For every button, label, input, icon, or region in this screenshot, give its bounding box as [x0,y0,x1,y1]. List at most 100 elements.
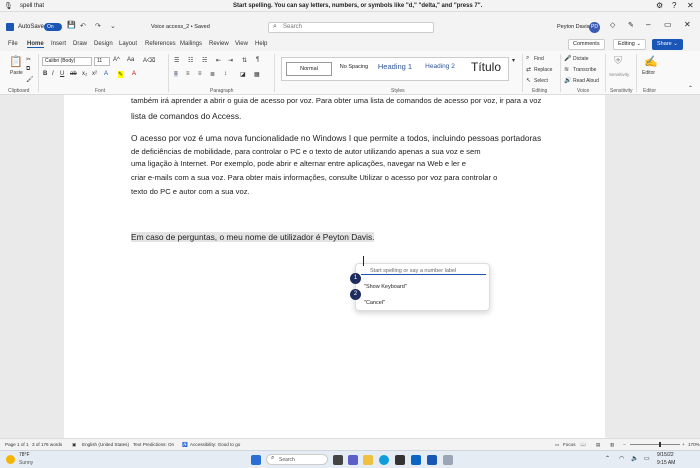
transcribe-label[interactable]: Transcribe [573,67,596,73]
find-icon[interactable]: ⌕ [526,55,529,62]
underline-icon[interactable]: U [60,71,64,77]
style-heading1[interactable]: Heading 1 [374,62,416,71]
focus-label[interactable]: Focus [563,442,576,447]
align-center-icon[interactable]: ≡ [186,71,190,77]
paragraph-2-line3[interactable]: uma ligação à Internet. Por exemplo, pod… [131,158,571,171]
editor-icon[interactable]: ✍ [644,55,658,68]
word-count[interactable]: 3 of 176 words [32,442,62,447]
share-button[interactable]: Share ⌄ [652,39,683,50]
font-name-box[interactable]: Calibri (Body) [42,57,92,66]
paragraph-1[interactable]: também irá aprender a abrir o guia de ac… [131,95,571,108]
paragraph-3[interactable]: Em caso de perguntas, o meu nome de util… [131,231,391,244]
language[interactable]: English (United States) [82,442,129,447]
read-aloud-label[interactable]: Read Aloud [573,78,599,84]
tab-file[interactable]: File [8,41,18,47]
find-label[interactable]: Find [534,56,544,62]
increase-indent-icon[interactable]: ⇥ [228,57,233,64]
font-size-box[interactable]: 11 [94,57,110,66]
document-name[interactable]: Voice access_2 • Saved [151,24,210,30]
temperature[interactable]: 78°F [19,452,30,458]
chevron-up-icon[interactable]: ⌃ [605,455,610,462]
pen-icon[interactable]: ✎ [628,21,634,29]
zoom-out-icon[interactable]: − [623,442,626,447]
focus-icon[interactable]: ▭ [555,442,559,448]
battery-icon[interactable]: ▭ [644,455,650,462]
tab-draw[interactable]: Draw [73,41,87,47]
style-normal[interactable]: Normal [286,62,332,76]
paste-icon[interactable]: 📋 [9,55,23,68]
clock-time[interactable]: 9:15 AM [657,460,675,466]
shading-icon[interactable]: ◪ [240,71,246,78]
transcribe-icon[interactable]: ≋ [564,66,569,73]
maximize-icon[interactable]: ▭ [664,20,672,29]
paragraph-2-line5[interactable]: texto do PC e autor com a sua voz. [131,186,571,199]
editing-mode-button[interactable]: Editing ⌄ [613,39,646,50]
replace-label[interactable]: Replace [534,67,552,73]
taskbar-search[interactable]: ⌕ Search [266,454,328,465]
read-mode-icon[interactable]: 📖 [580,442,586,448]
web-layout-icon[interactable]: ▥ [610,442,614,448]
text-predictions[interactable]: Text Predictions: On [133,442,174,447]
paragraph-2-line1[interactable]: O acesso por voz é uma nova funcionalida… [131,132,571,145]
print-layout-icon[interactable]: ▤ [596,442,600,448]
clear-format-icon[interactable]: A⌫ [143,57,156,64]
paste-label[interactable]: Paste [10,70,23,76]
zoom-in-icon[interactable]: + [682,442,685,447]
show-marks-icon[interactable]: ¶ [256,57,259,63]
outlook-icon[interactable] [411,455,421,465]
strikethrough-icon[interactable]: ab [70,71,77,77]
file-explorer-icon[interactable] [363,455,373,465]
edge-icon[interactable] [379,455,389,465]
option-cancel[interactable]: "Cancel" [364,300,385,306]
bullets-icon[interactable]: ☰ [174,57,179,64]
select-label[interactable]: Select [534,78,548,84]
accessibility-status[interactable]: Accessibility: Good to go [190,442,240,447]
zoom-thumb[interactable] [659,442,661,447]
tab-design[interactable]: Design [94,41,113,47]
text-effects-icon[interactable]: A [104,71,108,77]
line-spacing-icon[interactable]: ↕ [224,71,227,77]
task-view-icon[interactable] [333,455,343,465]
multilevel-icon[interactable]: ☵ [202,57,207,64]
cut-icon[interactable]: ✂ [26,56,31,63]
format-painter-icon[interactable]: 🖌 [26,76,34,83]
tab-insert[interactable]: Insert [51,41,66,47]
paragraph-2-line2[interactable]: de deficiências de mobilidade, para cont… [131,146,571,159]
customize-qat-icon[interactable]: ⌄ [110,22,116,30]
dictate-icon[interactable]: 🎤 [564,55,571,62]
comments-button[interactable]: Comments [568,39,605,50]
sun-icon[interactable] [6,455,15,464]
zoom-slider[interactable] [630,444,680,445]
start-icon[interactable] [251,455,261,465]
help-icon[interactable]: ? [672,1,676,10]
number-badge[interactable]: 1 [350,273,361,284]
read-aloud-icon[interactable]: 🔊 [564,77,571,84]
chat-icon[interactable] [348,455,358,465]
collapse-ribbon-icon[interactable]: ⌃ [688,85,693,92]
align-left-icon[interactable]: ≡ [174,71,178,77]
tab-references[interactable]: References [145,41,176,47]
style-heading2[interactable]: Heading 2 [418,63,462,70]
selected-text[interactable]: Em caso de perguntas, o meu nome de util… [131,232,375,242]
accessibility-icon[interactable]: ♿ [182,442,188,448]
wifi-icon[interactable]: ◠ [619,455,624,462]
tab-help[interactable]: Help [255,41,267,47]
style-title[interactable]: Título [466,60,506,74]
autosave-toggle[interactable]: On [44,23,62,31]
word-taskbar-icon[interactable] [427,455,437,465]
save-icon[interactable]: 💾 [67,21,76,29]
replace-icon[interactable]: ⇄ [526,66,531,73]
diamond-icon[interactable]: ◇ [610,21,615,29]
sort-icon[interactable]: ⇅ [242,57,247,64]
superscript-icon[interactable]: x² [92,71,97,77]
paragraph-1-end[interactable]: lista de comandos do Access. [131,110,571,123]
avatar[interactable]: PD [589,22,600,33]
sensitivity-button-label[interactable]: Sensitivity [609,72,629,77]
highlight-icon[interactable]: ✎ [118,71,124,78]
font-color-icon[interactable]: A [132,71,136,77]
weather-label[interactable]: Sunny [19,460,33,466]
borders-icon[interactable]: ▦ [254,71,260,78]
undo-icon[interactable]: ↶ [80,22,86,30]
styles-more-icon[interactable]: ▾ [512,57,515,64]
tab-layout[interactable]: Layout [119,41,137,47]
